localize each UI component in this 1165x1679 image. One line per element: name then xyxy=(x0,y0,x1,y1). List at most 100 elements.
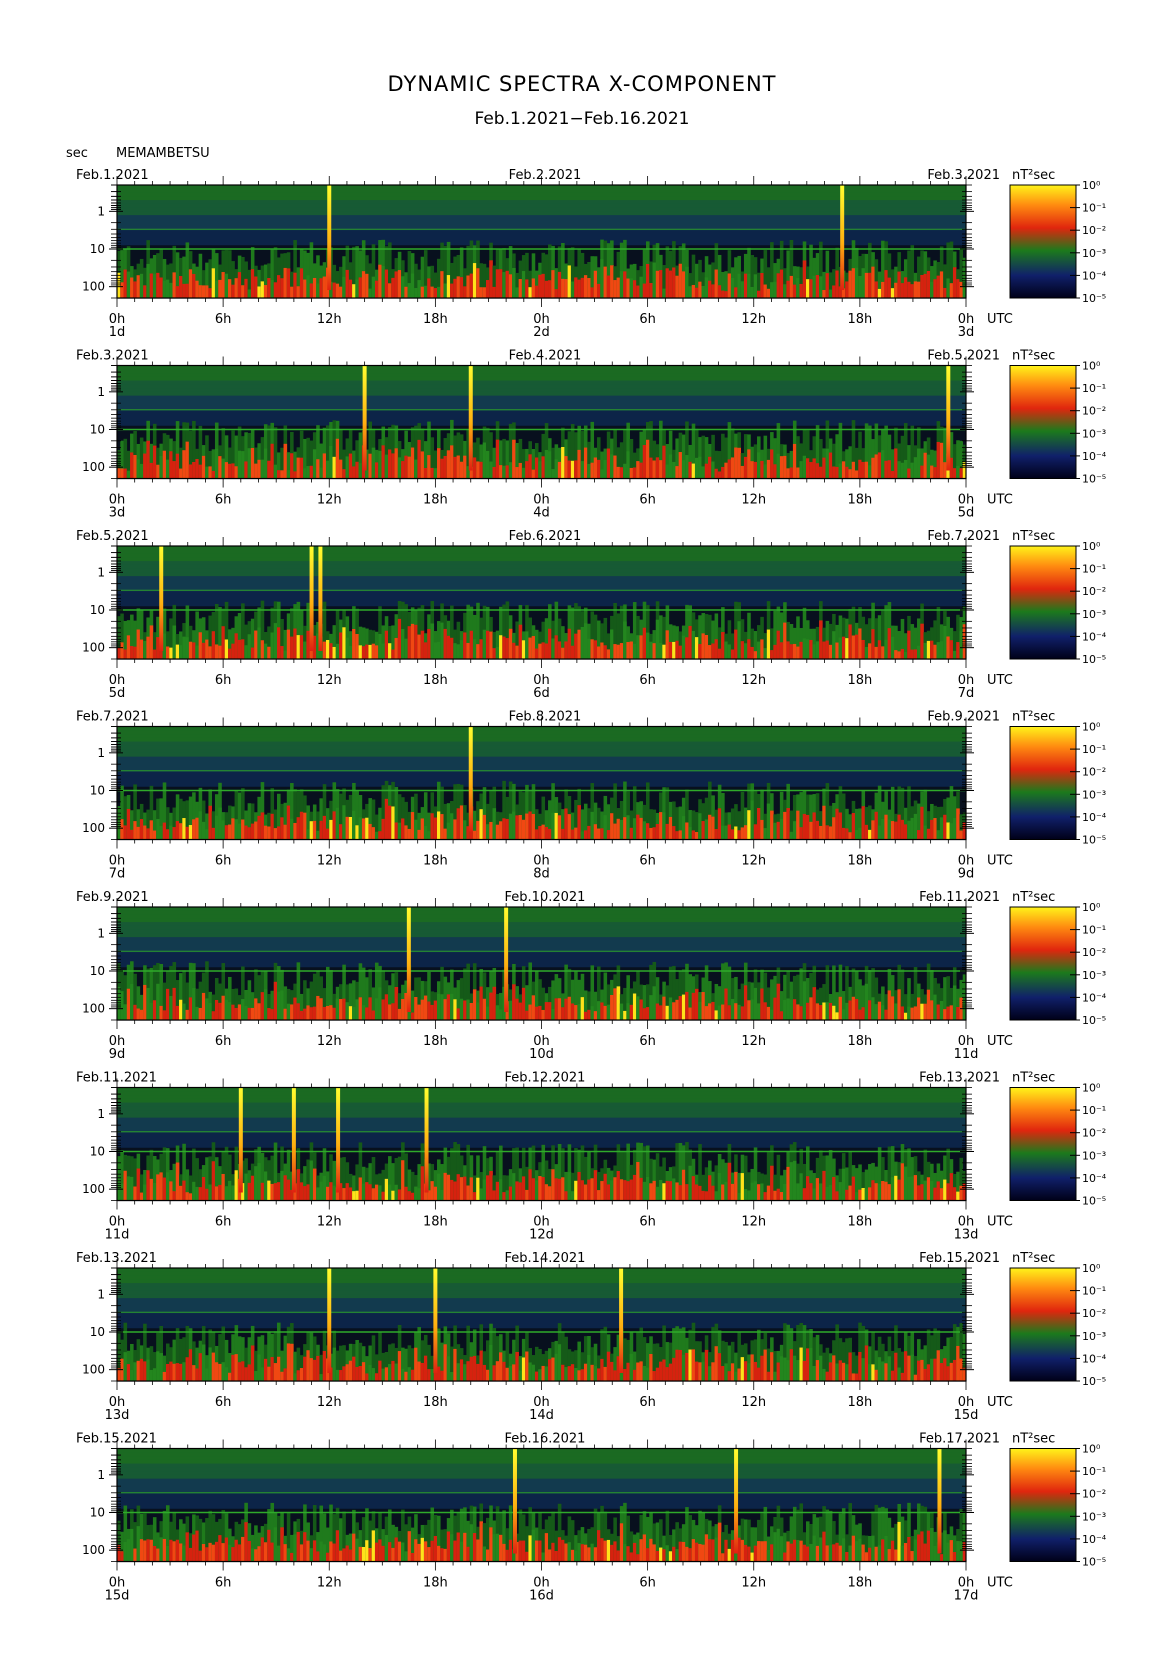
activity-core xyxy=(750,800,755,840)
activity-core xyxy=(136,1008,141,1020)
activity-core xyxy=(711,284,715,298)
activity-core xyxy=(136,629,141,659)
activity-core xyxy=(361,646,366,659)
activity-core xyxy=(809,279,813,298)
x-tick-label: 12h xyxy=(741,493,766,508)
activity-core xyxy=(123,468,128,479)
activity-core xyxy=(616,466,621,479)
activity-core xyxy=(179,276,183,298)
activity-core xyxy=(610,265,614,298)
activity-core xyxy=(391,1190,395,1201)
activity-core xyxy=(717,1005,722,1020)
activity-core xyxy=(930,465,934,479)
background-band xyxy=(117,1290,966,1295)
activity-core xyxy=(822,290,826,298)
colorbar-tick-label: 10⁻¹ xyxy=(1082,202,1106,215)
activity-core xyxy=(277,991,281,1020)
activity-core xyxy=(290,453,294,479)
activity-core xyxy=(469,1002,474,1020)
activity-core xyxy=(913,1175,918,1201)
activity-core xyxy=(949,823,954,840)
activity-core xyxy=(244,825,248,840)
activity-core xyxy=(685,1352,689,1381)
activity-core xyxy=(779,456,784,479)
activity-core xyxy=(146,636,150,659)
activity-core xyxy=(293,628,297,659)
activity-core xyxy=(188,269,193,298)
activity-core xyxy=(649,1183,653,1201)
activity-core xyxy=(459,998,464,1020)
activity-core xyxy=(188,825,193,840)
activity-core xyxy=(717,1353,722,1381)
activity-core xyxy=(750,461,755,479)
activity-core xyxy=(939,1000,944,1020)
activity-core xyxy=(165,646,170,659)
activity-core xyxy=(316,1355,320,1381)
spike-mark xyxy=(318,546,323,651)
background-band xyxy=(117,952,966,957)
activity-core xyxy=(688,827,693,840)
colorbar-unit-label: nT²sec xyxy=(1012,168,1055,183)
activity-core xyxy=(381,999,386,1020)
activity-core xyxy=(489,260,493,298)
activity-core xyxy=(489,1344,493,1381)
activity-core xyxy=(642,445,647,479)
activity-core xyxy=(792,643,797,659)
activity-core xyxy=(613,280,617,298)
activity-core xyxy=(770,1009,774,1020)
activity-core xyxy=(433,288,438,298)
activity-core xyxy=(423,285,428,298)
activity-core xyxy=(613,644,617,659)
activity-core xyxy=(541,1365,546,1381)
activity-core xyxy=(126,808,131,840)
activity-core xyxy=(828,1002,833,1020)
activity-core xyxy=(296,1370,301,1381)
colorbar-gradient xyxy=(1009,1087,1077,1201)
activity-core xyxy=(714,468,719,479)
activity-core xyxy=(172,1191,177,1201)
activity-core xyxy=(420,818,425,840)
activity-core xyxy=(903,1012,908,1020)
colorbar-gradient xyxy=(1009,545,1077,660)
activity-core xyxy=(672,1002,676,1020)
activity-core xyxy=(694,637,699,659)
station-label: MEMAMBETSU xyxy=(116,146,210,161)
activity-core xyxy=(182,1362,186,1381)
activity-core xyxy=(198,285,203,298)
activity-core xyxy=(636,285,640,298)
activity-core xyxy=(531,1364,536,1381)
activity-core xyxy=(763,648,768,659)
activity-core xyxy=(358,817,363,840)
activity-core xyxy=(743,456,748,479)
activity-core xyxy=(433,1000,438,1020)
activity-core xyxy=(355,279,359,298)
activity-core xyxy=(828,1185,833,1201)
activity-core xyxy=(120,1183,124,1201)
activity-core xyxy=(734,629,738,659)
activity-core xyxy=(345,637,350,659)
activity-core xyxy=(570,281,575,298)
activity-core xyxy=(740,641,745,659)
background-band xyxy=(117,734,966,739)
background-band xyxy=(117,948,966,953)
activity-core xyxy=(737,447,741,479)
activity-core xyxy=(554,812,559,840)
activity-core xyxy=(437,1173,441,1201)
activity-core xyxy=(492,286,497,298)
day-label-end: 3d xyxy=(958,325,975,340)
activity-core xyxy=(577,1171,581,1201)
activity-core xyxy=(391,649,395,659)
activity-core xyxy=(130,829,134,840)
activity-core xyxy=(224,1367,229,1381)
activity-core xyxy=(858,628,862,659)
activity-core xyxy=(623,1369,627,1381)
activity-core xyxy=(548,628,552,659)
activity-core xyxy=(472,1192,477,1201)
activity-core xyxy=(391,453,395,479)
activity-core xyxy=(691,463,696,479)
activity-core xyxy=(851,268,856,298)
activity-core xyxy=(234,819,239,840)
activity-core xyxy=(659,1361,663,1381)
activity-core xyxy=(851,812,856,840)
activity-core xyxy=(864,1188,869,1201)
